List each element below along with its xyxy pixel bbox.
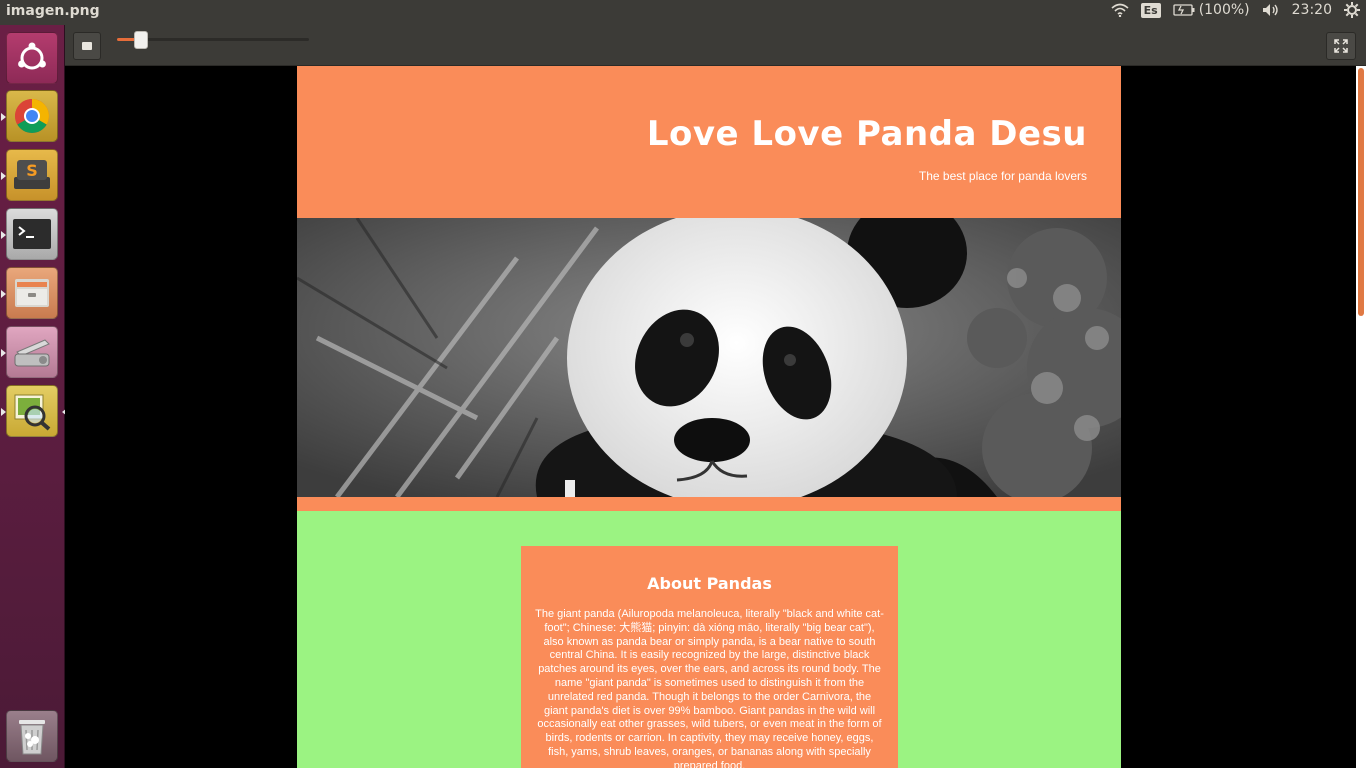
viewer-toolbar: [65, 25, 1366, 66]
fullscreen-icon: [1334, 39, 1348, 53]
trash-launcher-button[interactable]: [6, 710, 58, 762]
chrome-launcher-button[interactable]: [1, 90, 58, 142]
site-tagline: The best place for panda lovers: [918, 169, 1087, 183]
about-card: About Pandas The giant panda (Ailuropoda…: [521, 546, 898, 768]
fullscreen-button[interactable]: [1326, 32, 1356, 60]
sublime-text-launcher-button[interactable]: S: [1, 149, 58, 201]
image-viewer-launcher-button[interactable]: [1, 385, 67, 437]
site-title: Love Love Panda Desu: [646, 114, 1087, 154]
about-heading: About Pandas: [647, 574, 772, 593]
wifi-icon[interactable]: [1111, 3, 1129, 17]
svg-text:S: S: [26, 161, 38, 180]
panda-banner-image: [297, 218, 1121, 497]
trash-icon: [19, 720, 45, 755]
window-title: imagen.png: [6, 3, 100, 19]
zoom-out-button[interactable]: [73, 32, 101, 60]
volume-icon[interactable]: [1262, 3, 1280, 17]
terminal-icon: [13, 219, 51, 249]
ubuntu-dash-button[interactable]: [6, 32, 58, 84]
top-panel: imagen.png Es (100%) 23:20: [0, 0, 1366, 25]
files-launcher-button[interactable]: [1, 267, 58, 319]
clock[interactable]: 23:20: [1292, 2, 1332, 18]
image-canvas[interactable]: Love Love Panda Desu The best place for …: [65, 66, 1366, 768]
battery-indicator[interactable]: (100%): [1173, 2, 1250, 18]
indicator-area: Es (100%) 23:20: [1111, 2, 1360, 18]
site-header: Love Love Panda Desu The best place for …: [297, 66, 1121, 218]
launcher: S: [0, 25, 67, 768]
chrome-icon: [15, 99, 49, 133]
ubuntu-dash-icon: [18, 42, 46, 70]
scanner-launcher-button[interactable]: [1, 326, 58, 378]
zoom-slider[interactable]: [117, 31, 309, 49]
settings-gear-icon[interactable]: [1344, 2, 1360, 18]
scanner-icon: [14, 339, 50, 367]
minus-icon: [82, 42, 92, 50]
battery-icon: [1173, 4, 1195, 16]
about-body: The giant panda (Ailuropoda melanoleuca,…: [535, 608, 884, 768]
files-icon: [15, 279, 49, 307]
zoom-slider-handle[interactable]: [134, 31, 148, 49]
header-divider-band: [297, 497, 1121, 511]
keyboard-layout-indicator[interactable]: Es: [1140, 2, 1161, 18]
image-viewer-icon: [14, 394, 51, 431]
terminal-launcher-button[interactable]: [1, 208, 58, 260]
displayed-image: Love Love Panda Desu The best place for …: [297, 66, 1121, 768]
vertical-scrollbar[interactable]: [1356, 66, 1366, 768]
sublime-text-icon: S: [14, 160, 50, 189]
battery-percentage: (100%): [1198, 2, 1250, 18]
scrollbar-thumb[interactable]: [1358, 68, 1364, 316]
